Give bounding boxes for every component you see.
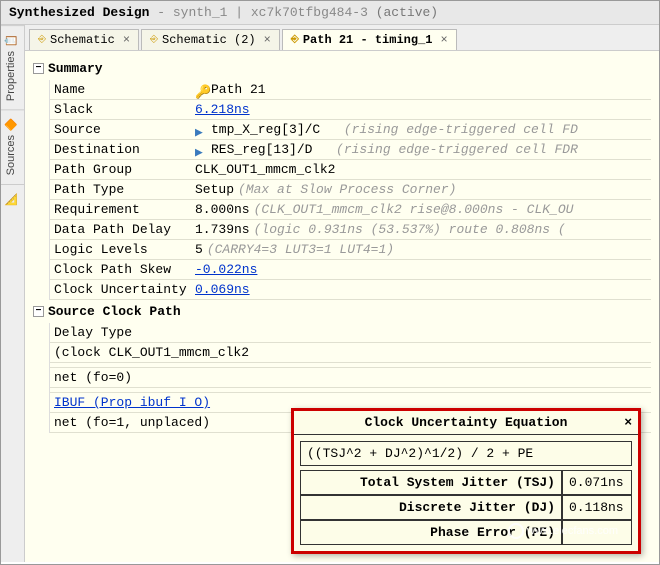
tab-bar: ⎆Schematic× ⎆Schematic (2)× ⎆Path 21 - t…	[25, 25, 659, 51]
port-icon: ▶	[195, 145, 207, 155]
content-area: − Summary Name 🔑Path 21 Slack 6.218ns So…	[25, 51, 659, 562]
main-panel: ⎆Schematic× ⎆Schematic (2)× ⎆Path 21 - t…	[25, 25, 659, 562]
popup-row-dj: Discrete Jitter (DJ) 0.118ns	[300, 495, 632, 520]
title-part: xc7k70tfbg484-3	[251, 5, 368, 20]
properties-icon: 📋	[4, 34, 17, 48]
tab-path21[interactable]: ⎆Path 21 - timing_1×	[282, 29, 457, 50]
summary-header: − Summary	[33, 61, 651, 76]
title-status: (active)	[376, 5, 438, 20]
scp-row: Delay Type	[50, 323, 651, 343]
timing-icon: ⎆	[291, 34, 299, 46]
sidetab-other[interactable]: 📐	[1, 184, 24, 218]
watermark: www.elecfans.com	[508, 523, 618, 539]
row-pathgroup: Path Group CLK_OUT1_mmcm_clk2	[50, 160, 651, 180]
row-destination: Destination ▶RES_reg[13]/D (rising edge-…	[50, 140, 651, 160]
row-pathtype: Path Type Setup (Max at Slow Process Cor…	[50, 180, 651, 200]
close-icon[interactable]: ×	[440, 33, 447, 47]
slack-link[interactable]: 6.218ns	[195, 102, 250, 117]
skew-link[interactable]: -0.022ns	[195, 262, 257, 277]
row-slack: Slack 6.218ns	[50, 100, 651, 120]
row-datapathdelay: Data Path Delay 1.739ns (logic 0.931ns (…	[50, 220, 651, 240]
collapse-icon[interactable]: −	[33, 63, 44, 74]
sidetab-sources[interactable]: Sources🔶	[1, 109, 24, 183]
schematic-icon: ⎆	[38, 34, 46, 46]
row-clockuncertainty: Clock Uncertainty 0.069ns	[50, 280, 651, 300]
scp-row: (clock CLK_OUT1_mmcm_clk2	[50, 343, 651, 363]
key-icon: 🔑	[195, 85, 207, 95]
close-icon[interactable]: ×	[123, 33, 130, 47]
sources-icon: 🔶	[4, 118, 17, 132]
main-window: Synthesized Design - synth_1 | xc7k70tfb…	[0, 0, 660, 565]
popup-title: Clock Uncertainty Equation ×	[294, 411, 638, 435]
title-run: synth_1	[173, 5, 228, 20]
sourceclock-header: − Source Clock Path	[33, 304, 651, 319]
row-clockpathskew: Clock Path Skew -0.022ns	[50, 260, 651, 280]
row-name: Name 🔑Path 21	[50, 80, 651, 100]
ruler-icon: 📐	[4, 192, 17, 206]
tab-schematic[interactable]: ⎆Schematic×	[29, 29, 139, 50]
sidetab-properties[interactable]: Properties📋	[1, 25, 24, 109]
tab-schematic-2[interactable]: ⎆Schematic (2)×	[141, 29, 280, 50]
scp-row: net (fo=0)	[50, 368, 651, 388]
ibuf-link[interactable]: IBUF (Prop ibuf I O)	[54, 395, 210, 410]
close-icon[interactable]: ×	[264, 33, 271, 47]
schematic-icon: ⎆	[150, 34, 158, 46]
popup-row-tsj: Total System Jitter (TSJ) 0.071ns	[300, 470, 632, 495]
port-icon: ▶	[195, 125, 207, 135]
close-icon[interactable]: ×	[624, 414, 632, 429]
summary-table: Name 🔑Path 21 Slack 6.218ns Source ▶tmp_…	[49, 80, 651, 300]
row-requirement: Requirement 8.000ns (CLK_OUT1_mmcm_clk2 …	[50, 200, 651, 220]
uncertainty-link[interactable]: 0.069ns	[195, 282, 250, 297]
side-tab-bar: Properties📋 Sources🔶 📐	[1, 25, 25, 562]
body-area: Properties📋 Sources🔶 📐 ⎆Schematic× ⎆Sche…	[1, 25, 659, 562]
titlebar: Synthesized Design - synth_1 | xc7k70tfb…	[1, 1, 659, 25]
row-logiclevels: Logic Levels 5 (CARRY4=3 LUT3=1 LUT4=1)	[50, 240, 651, 260]
row-source: Source ▶tmp_X_reg[3]/C (rising edge-trig…	[50, 120, 651, 140]
watermark-icon	[508, 523, 524, 539]
collapse-icon[interactable]: −	[33, 306, 44, 317]
popup-equation: ((TSJ^2 + DJ^2)^1/2) / 2 + PE	[300, 441, 632, 466]
title-main: Synthesized Design	[9, 5, 149, 20]
clock-uncertainty-popup: Clock Uncertainty Equation × ((TSJ^2 + D…	[291, 408, 641, 554]
